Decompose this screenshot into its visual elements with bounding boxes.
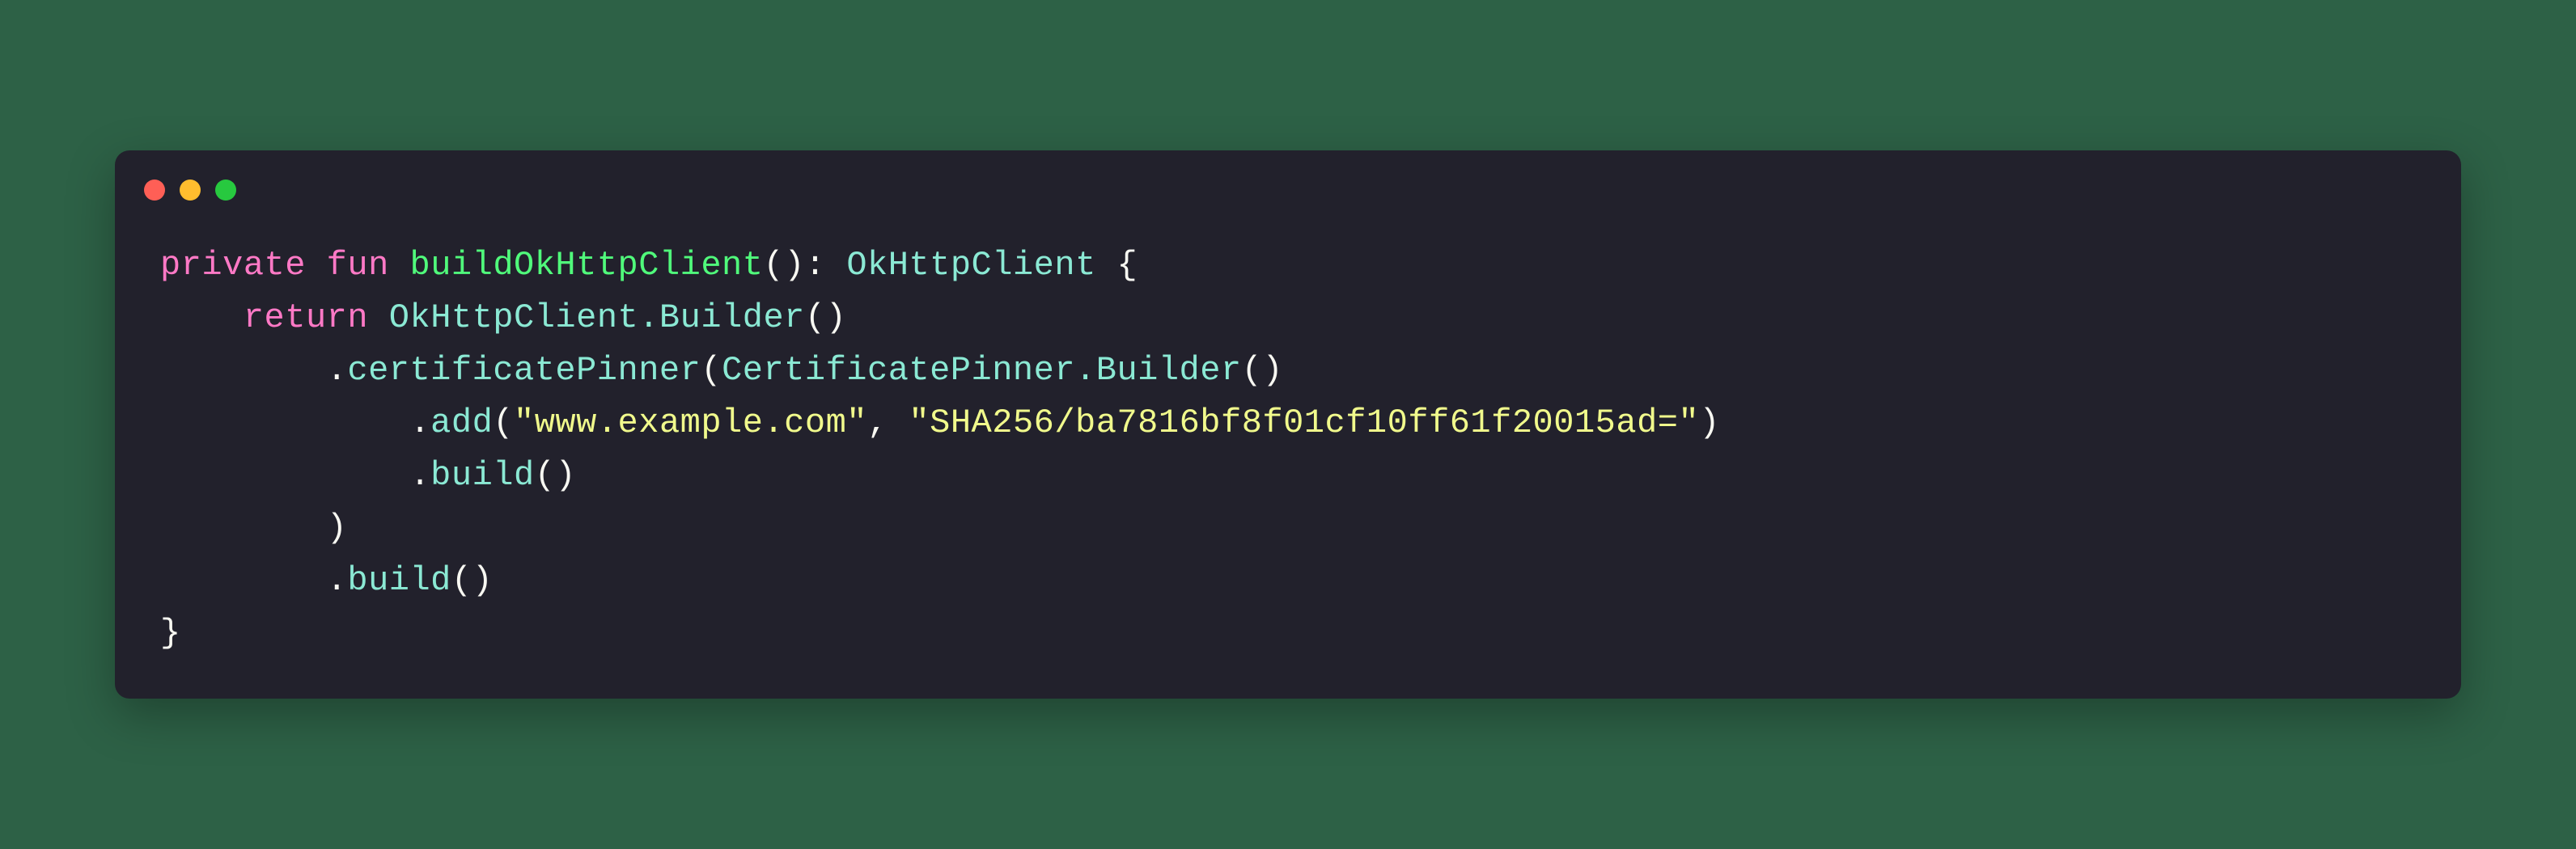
keyword-return: return	[244, 298, 368, 337]
maximize-icon[interactable]	[215, 180, 236, 201]
punct: (	[493, 403, 514, 442]
method-build: build	[430, 456, 535, 495]
minimize-icon[interactable]	[180, 180, 201, 201]
punct: (	[701, 351, 722, 390]
punct: ()	[451, 561, 493, 600]
method-call: certificatePinner	[347, 351, 701, 390]
punct: .	[327, 351, 348, 390]
string-arg1: "www.example.com"	[514, 403, 867, 442]
punct: )	[327, 509, 348, 547]
punct: ()	[805, 298, 846, 337]
method-add: add	[430, 403, 493, 442]
punct: {	[1117, 246, 1138, 285]
code-block: private fun buildOkHttpClient(): OkHttpC…	[160, 239, 2416, 661]
keyword-private: private	[160, 246, 306, 285]
punct: ():	[763, 246, 825, 285]
punct: ()	[535, 456, 576, 495]
close-icon[interactable]	[144, 180, 165, 201]
punct: }	[160, 614, 181, 653]
function-name: buildOkHttpClient	[410, 246, 764, 285]
inner-builder: CertificatePinner.Builder	[722, 351, 1242, 390]
return-type: OkHttpClient	[846, 246, 1095, 285]
punct: .	[327, 561, 348, 600]
string-arg2: "SHA256/ba7816bf8f01cf10ff61f20015ad="	[909, 403, 1699, 442]
punct: ,	[867, 403, 909, 442]
punct: ()	[1242, 351, 1283, 390]
code-window: private fun buildOkHttpClient(): OkHttpC…	[115, 150, 2461, 699]
keyword-fun: fun	[327, 246, 389, 285]
method-build-outer: build	[347, 561, 451, 600]
builder-class: OkHttpClient.Builder	[389, 298, 805, 337]
punct: .	[409, 456, 430, 495]
punct: .	[409, 403, 430, 442]
punct: )	[1699, 403, 1720, 442]
window-controls	[144, 180, 2416, 201]
